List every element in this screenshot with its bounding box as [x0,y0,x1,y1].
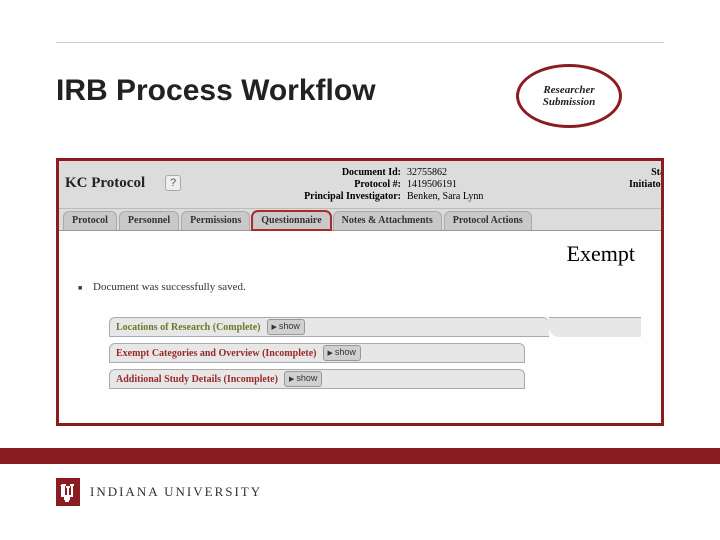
value-principal-investigator: Benken, Sara Lynn [407,191,497,202]
field-labels: Document Id: Protocol #: Principal Inves… [281,161,401,208]
workflow-step-badge: Researcher Submission [516,64,622,128]
tab-personnel[interactable]: Personnel [119,211,179,230]
footer-org-name: INDIANA UNIVERSITY [90,484,262,500]
iu-trident-icon [56,478,80,506]
section-label: Additional Study Details (Incomplete) [116,374,278,385]
section-tab-wing [549,317,641,337]
top-divider [56,42,664,43]
label-principal-investigator: Principal Investigator: [281,191,401,202]
brand-bar [0,448,720,464]
section-additional-study-details[interactable]: Additional Study Details (Incomplete) sh… [109,369,525,389]
footer: INDIANA UNIVERSITY [56,478,262,506]
section-label: Locations of Research (Complete) [116,322,261,333]
section-label: Exempt Categories and Overview (Incomple… [116,348,317,359]
label-protocol-number: Protocol #: [281,179,401,190]
slide-title: IRB Process Workflow [56,74,376,108]
workflow-step-label: Researcher Submission [519,84,619,108]
kc-protocol-panel: KC Protocol ? Document Id: Protocol #: P… [56,158,664,426]
show-button[interactable]: show [284,371,322,387]
panel-title: KC Protocol [65,175,145,192]
label-status-truncated: Sta [629,167,664,178]
field-values: 32755862 1419506191 Benken, Sara Lynn [407,161,497,208]
label-initiator-truncated: Initiator:La [629,179,664,190]
tab-bar: Protocol Personnel Permissions Questionn… [59,209,661,231]
tab-protocol-actions[interactable]: Protocol Actions [444,211,532,230]
panel-header: KC Protocol ? Document Id: Protocol #: P… [59,161,661,209]
tab-questionnaire[interactable]: Questionnaire [252,211,330,230]
show-button[interactable]: show [323,345,361,361]
value-protocol-number: 1419506191 [407,179,497,190]
value-document-id: 32755862 [407,167,497,178]
tab-permissions[interactable]: Permissions [181,211,250,230]
help-icon[interactable]: ? [165,175,181,191]
section-locations-of-research[interactable]: Locations of Research (Complete) show [109,317,549,337]
label-document-id: Document Id: [281,167,401,178]
section-exempt-categories[interactable]: Exempt Categories and Overview (Incomple… [109,343,525,363]
show-button[interactable]: show [267,319,305,335]
exempt-heading: Exempt [567,241,635,267]
field-labels-right: Sta Initiator:La [629,161,664,208]
tab-protocol[interactable]: Protocol [63,211,117,230]
tab-notes-attachments[interactable]: Notes & Attachments [333,211,442,230]
save-status-message: Document was successfully saved. [93,281,246,293]
